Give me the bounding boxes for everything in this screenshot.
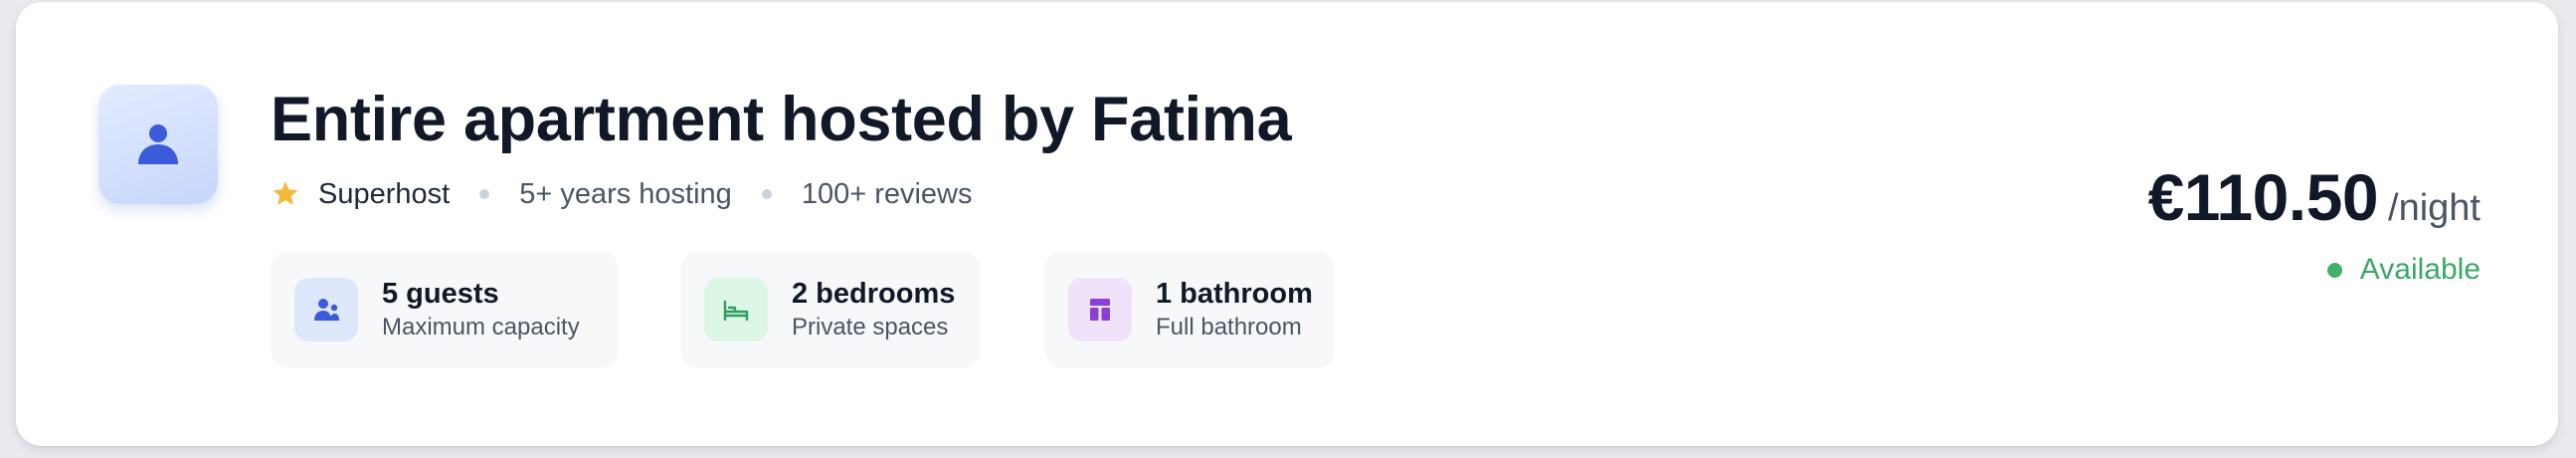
listing-card: Entire apartment hosted by Fatima Superh… xyxy=(16,2,2558,446)
status-label: Available xyxy=(2359,253,2481,286)
hosting-years: 5+ years hosting xyxy=(519,177,732,210)
bedrooms-caption: Private spaces xyxy=(792,314,949,341)
star-icon xyxy=(273,181,298,205)
price-amount: €110.50 xyxy=(2147,160,2379,234)
guests-icon xyxy=(294,278,358,342)
bathroom-value: 1 bathroom xyxy=(1156,278,1313,310)
separator-dot xyxy=(761,189,772,199)
host-meta: Superhost 5+ years hosting 100+ reviews xyxy=(271,177,973,211)
guests-value: 5 guests xyxy=(382,278,499,310)
status-dot-icon xyxy=(2326,262,2342,278)
bedrooms-value: 2 bedrooms xyxy=(792,278,956,310)
superhost-badge: Superhost xyxy=(318,177,451,210)
price-unit: /night xyxy=(2388,187,2481,229)
listing-title: Entire apartment hosted by Fatima xyxy=(271,85,1292,154)
feature-guests: 5 guests Maximum capacity xyxy=(271,251,619,368)
reviews-link[interactable]: 100+ reviews xyxy=(802,178,973,211)
availability-status: Available xyxy=(2326,253,2481,287)
separator-dot xyxy=(479,189,490,199)
bathroom-caption: Full bathroom xyxy=(1156,314,1302,341)
bed-icon xyxy=(704,278,768,342)
feature-bedrooms: 2 bedrooms Private spaces xyxy=(680,251,981,368)
nightly-price: €110.50 /night xyxy=(2148,159,2481,235)
guests-caption: Maximum capacity xyxy=(382,314,580,341)
feature-bathroom: 1 bathroom Full bathroom xyxy=(1044,251,1335,368)
user-icon xyxy=(138,124,178,164)
bathroom-icon xyxy=(1068,278,1132,342)
host-avatar[interactable] xyxy=(98,85,218,204)
